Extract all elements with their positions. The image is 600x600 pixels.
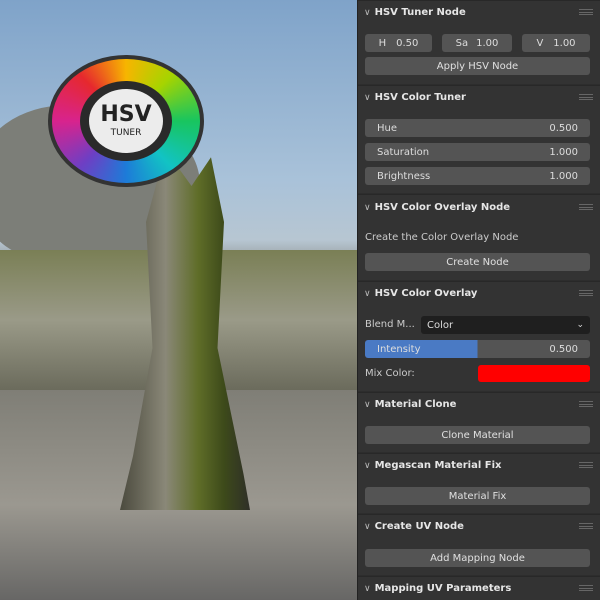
v-value: 1.00 <box>553 37 576 49</box>
chevron-down-icon: ⌄ <box>576 320 584 330</box>
sa-label: Sa <box>455 37 469 49</box>
chevron-down-icon: ∨ <box>364 288 371 299</box>
saturation-field[interactable]: Saturation 1.000 <box>365 143 590 161</box>
slider-label: Intensity <box>377 343 421 355</box>
blend-mode-value: Color <box>427 319 454 331</box>
chevron-down-icon: ∨ <box>364 202 371 213</box>
viewport-scene: HSV TUNER <box>0 0 357 600</box>
hsv-tuner-logo: HSV TUNER <box>48 55 204 187</box>
panel-mapping-uv-parameters: ∨ Mapping UV Parameters <box>358 576 600 600</box>
panel-create-uv-node: ∨ Create UV Node Add Mapping Node <box>358 514 600 575</box>
logo-subtitle: TUNER <box>110 128 142 138</box>
drag-grip-icon[interactable] <box>579 9 593 15</box>
apply-hsv-node-button[interactable]: Apply HSV Node <box>365 57 590 75</box>
chevron-down-icon: ∨ <box>364 583 371 594</box>
intensity-slider[interactable]: Intensity 0.500 <box>365 340 590 358</box>
material-fix-button[interactable]: Material Fix <box>365 487 590 505</box>
chevron-down-icon: ∨ <box>364 460 371 471</box>
blend-mode-select[interactable]: Color ⌄ <box>421 316 590 334</box>
panel-header[interactable]: ∨ Megascan Material Fix <box>364 460 501 471</box>
panel-hsv-color-overlay-node: ∨ HSV Color Overlay Node Create the Color… <box>358 194 600 280</box>
panel-title: Create UV Node <box>374 521 464 532</box>
panel-title: Mapping UV Parameters <box>374 583 512 594</box>
mix-color-label: Mix Color: <box>365 368 415 379</box>
add-mapping-node-button[interactable]: Add Mapping Node <box>365 549 590 567</box>
panel-header[interactable]: ∨ Mapping UV Parameters <box>364 583 511 594</box>
v-label: V <box>536 37 544 49</box>
logo-title: HSV <box>100 102 152 127</box>
panel-hsv-color-tuner: ∨ HSV Color Tuner Hue 0.500 Saturation 1.00… <box>358 85 600 193</box>
chevron-down-icon: ∨ <box>364 92 371 103</box>
panel-hsv-color-overlay: ∨ HSV Color Overlay Blend M... Color ⌄ Int… <box>358 281 600 391</box>
panel-material-clone: ∨ Material Clone Clone Material <box>358 392 600 452</box>
overlay-node-description: Create the Color Overlay Node <box>365 232 519 243</box>
create-node-button[interactable]: Create Node <box>365 253 590 271</box>
addon-sidebar-panel: ∨ HSV Tuner Node H 0.50 Sa 1.00 V 1.00 Apply… <box>357 0 600 600</box>
panel-title: HSV Color Tuner <box>374 92 466 103</box>
field-value: 1.000 <box>549 170 578 182</box>
chevron-down-icon: ∨ <box>364 7 371 18</box>
drag-grip-icon[interactable] <box>579 523 593 529</box>
drag-grip-icon[interactable] <box>579 94 593 100</box>
clone-material-button[interactable]: Clone Material <box>365 426 590 444</box>
panel-title: HSV Color Overlay Node <box>374 202 511 213</box>
panel-header[interactable]: ∨ HSV Color Overlay <box>364 288 477 299</box>
field-value: 1.000 <box>549 146 578 158</box>
h-label: H <box>378 37 387 49</box>
panel-title: Material Clone <box>374 399 457 410</box>
v-field[interactable]: V 1.00 <box>522 34 590 52</box>
chevron-down-icon: ∨ <box>364 521 371 532</box>
drag-grip-icon[interactable] <box>579 290 593 296</box>
panel-title: Megascan Material Fix <box>374 460 502 471</box>
h-value: 0.50 <box>396 37 419 49</box>
panel-title: HSV Tuner Node <box>374 7 466 18</box>
chevron-down-icon: ∨ <box>364 399 371 410</box>
field-label: Saturation <box>377 146 430 158</box>
logo-ring: HSV TUNER <box>80 81 172 161</box>
panel-header[interactable]: ∨ Material Clone <box>364 399 456 410</box>
drag-grip-icon[interactable] <box>579 204 593 210</box>
field-value: 0.500 <box>549 122 578 134</box>
logo-core: HSV TUNER <box>89 89 163 153</box>
h-field[interactable]: H 0.50 <box>365 34 432 52</box>
panel-header[interactable]: ∨ HSV Color Tuner <box>364 92 466 103</box>
brightness-field[interactable]: Brightness 1.000 <box>365 167 590 185</box>
panel-header[interactable]: ∨ HSV Color Overlay Node <box>364 202 510 213</box>
slider-value: 0.500 <box>549 343 578 355</box>
sa-field[interactable]: Sa 1.00 <box>442 34 512 52</box>
panel-title: HSV Color Overlay <box>374 288 478 299</box>
drag-grip-icon[interactable] <box>579 585 593 591</box>
blend-mode-label: Blend M... <box>365 319 415 330</box>
panel-megascan-material-fix: ∨ Megascan Material Fix Material Fix <box>358 453 600 513</box>
mix-color-swatch[interactable] <box>478 365 590 382</box>
sa-value: 1.00 <box>476 37 499 49</box>
panel-hsv-tuner-node: ∨ HSV Tuner Node H 0.50 Sa 1.00 V 1.00 Apply… <box>358 0 600 84</box>
field-label: Hue <box>377 122 398 134</box>
field-label: Brightness <box>377 170 431 182</box>
hue-field[interactable]: Hue 0.500 <box>365 119 590 137</box>
panel-header[interactable]: ∨ HSV Tuner Node <box>364 7 466 18</box>
panel-header[interactable]: ∨ Create UV Node <box>364 521 464 532</box>
drag-grip-icon[interactable] <box>579 462 593 468</box>
drag-grip-icon[interactable] <box>579 401 593 407</box>
